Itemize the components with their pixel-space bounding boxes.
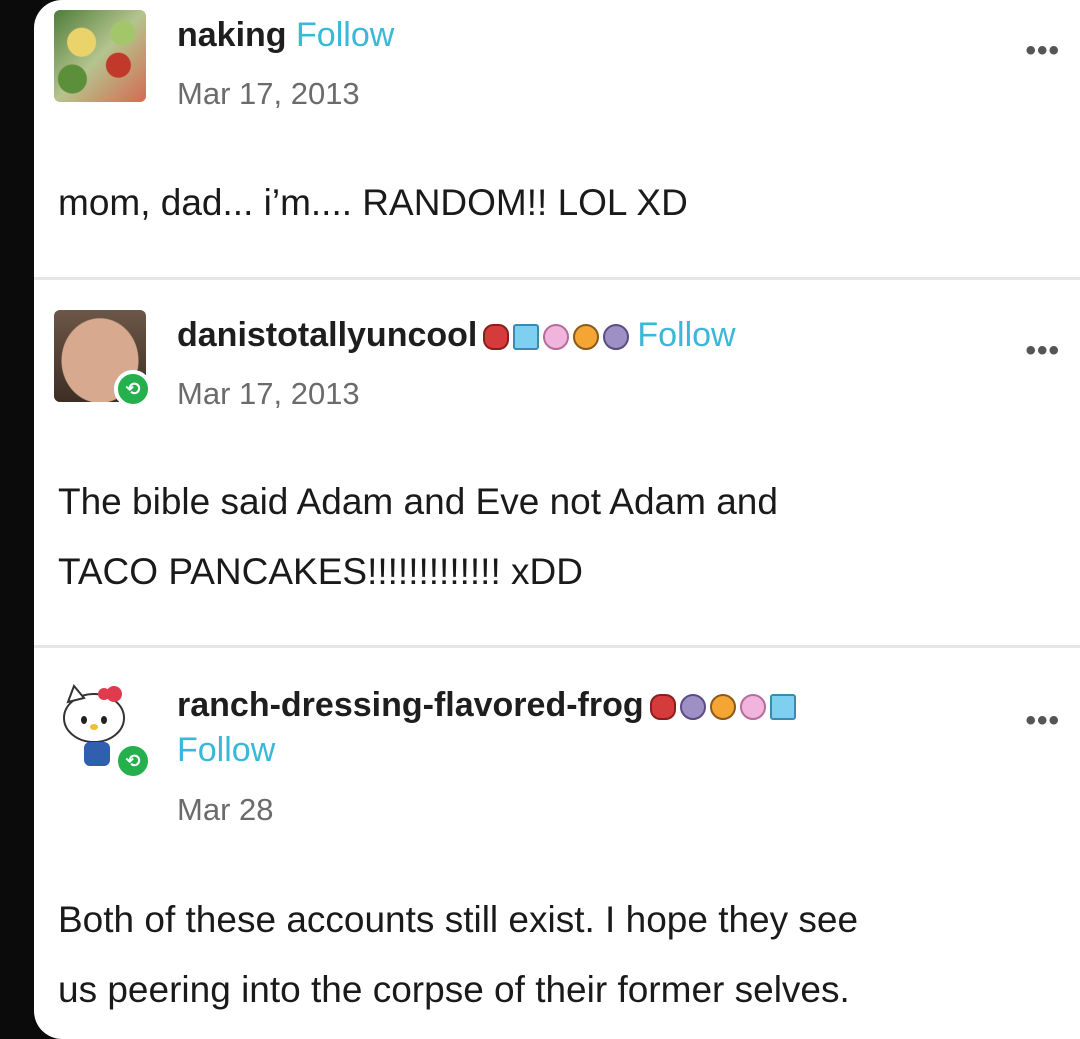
- username-naking[interactable]: naking: [177, 16, 287, 54]
- post-body: mom, dad... i’m.... RANDOM!! LOL XD: [58, 182, 688, 223]
- follow-button-danistotallyuncool[interactable]: Follow: [637, 316, 735, 354]
- post-2-header: danistotallyuncool Follow: [177, 316, 736, 355]
- post-3-header: ranch-dressing-flavored-frog: [177, 686, 804, 725]
- username-danistotallyuncool[interactable]: danistotallyuncool: [177, 316, 477, 354]
- purple-badge-icon[interactable]: [603, 324, 630, 351]
- post-body-line: Both of these accounts still exist. I ho…: [58, 899, 859, 940]
- username-ranch-dressing-flavored-frog[interactable]: ranch-dressing-flavored-frog: [177, 686, 644, 724]
- post-divider: [34, 277, 1080, 280]
- purple-badge-icon[interactable]: [679, 694, 706, 721]
- blue-badge-icon[interactable]: [513, 324, 540, 351]
- reblog-icon: ⟲: [114, 742, 152, 780]
- follow-button-ranch-dressing-flavored-frog[interactable]: Follow: [177, 731, 275, 770]
- red-hex-badge-icon[interactable]: [483, 324, 510, 351]
- blue-badge-icon[interactable]: [769, 694, 796, 721]
- more-options-icon[interactable]: •••: [1025, 34, 1060, 68]
- post-date[interactable]: Mar 17, 2013: [177, 76, 360, 112]
- post-divider: [34, 645, 1080, 648]
- post-body: The bible said Adam and Eve not Adam and…: [58, 467, 1058, 607]
- avatar-naking[interactable]: [54, 10, 146, 102]
- reblog-icon: ⟲: [114, 370, 152, 408]
- post-1-header: naking Follow: [177, 16, 394, 55]
- post-body-line: TACO PANCAKES!!!!!!!!!!!!! xDD: [58, 551, 583, 592]
- post-body-line: us peering into the corpse of their form…: [58, 969, 850, 1010]
- red-hex-badge-icon[interactable]: [649, 694, 676, 721]
- orange-paw-badge-icon[interactable]: [709, 694, 736, 721]
- post-body: Both of these accounts still exist. I ho…: [58, 885, 1058, 1025]
- post-date[interactable]: Mar 28: [177, 792, 273, 828]
- pink-paw-badge-icon[interactable]: [739, 694, 766, 721]
- more-options-icon[interactable]: •••: [1025, 334, 1060, 368]
- post-thread-card: naking Follow Mar 17, 2013 ••• mom, dad.…: [34, 0, 1080, 1039]
- post-body-line: The bible said Adam and Eve not Adam and: [58, 481, 778, 522]
- badge-row: [483, 324, 630, 351]
- more-options-icon[interactable]: •••: [1025, 704, 1060, 738]
- badge-row: [649, 694, 796, 721]
- orange-paw-badge-icon[interactable]: [573, 324, 600, 351]
- pink-paw-badge-icon[interactable]: [543, 324, 570, 351]
- follow-button-naking[interactable]: Follow: [296, 16, 394, 54]
- post-date[interactable]: Mar 17, 2013: [177, 376, 360, 412]
